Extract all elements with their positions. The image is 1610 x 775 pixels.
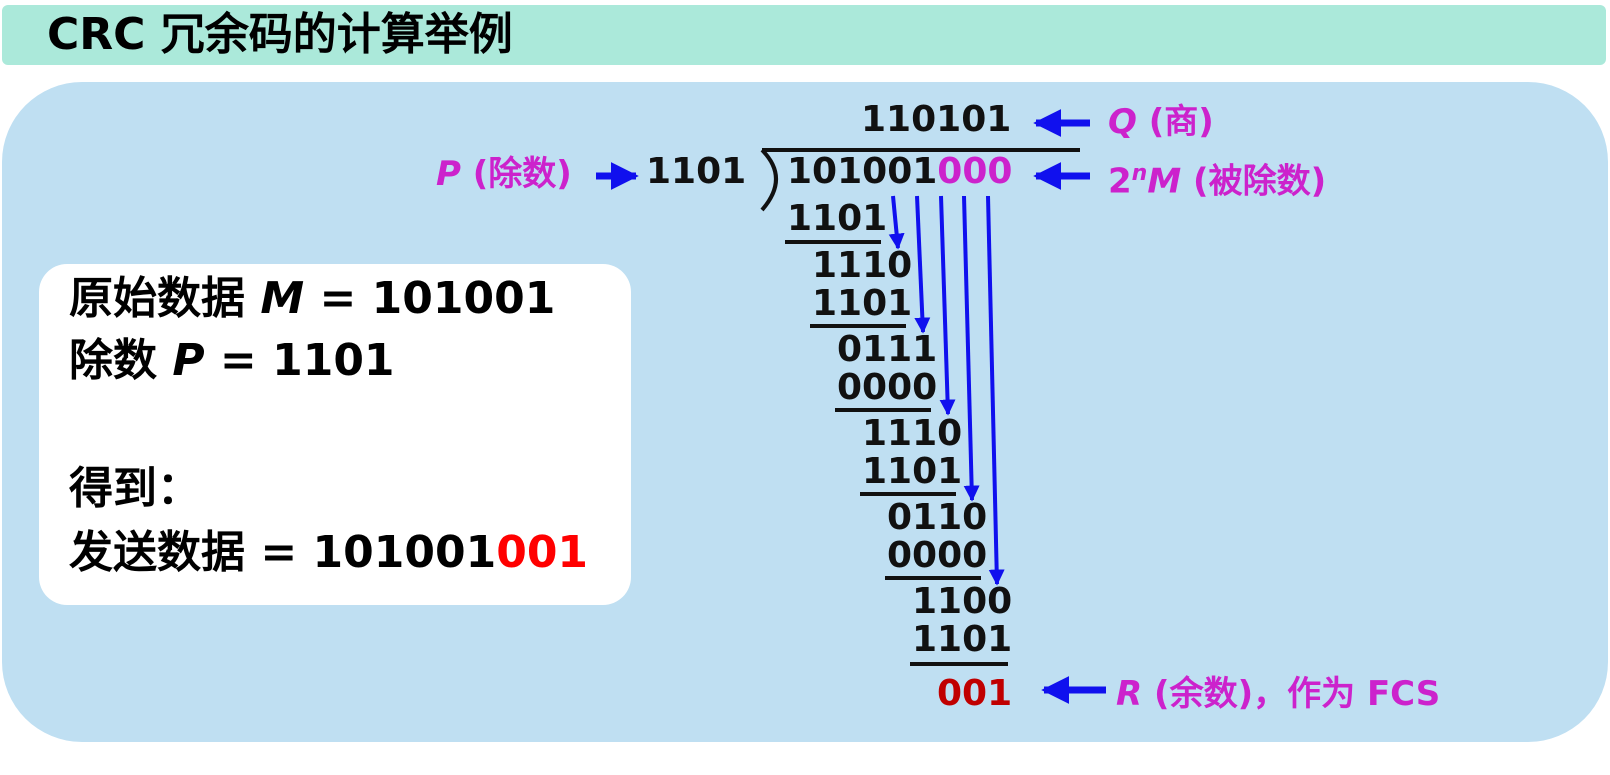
division-graphics [596,109,1106,704]
arrow-down-icon [962,195,980,502]
arrow-down-icon [939,195,956,416]
arrow-down-icon [986,195,1005,586]
division-bracket [760,148,778,212]
arrow-down-icon [888,195,905,250]
arrow-down-icon [914,195,931,334]
